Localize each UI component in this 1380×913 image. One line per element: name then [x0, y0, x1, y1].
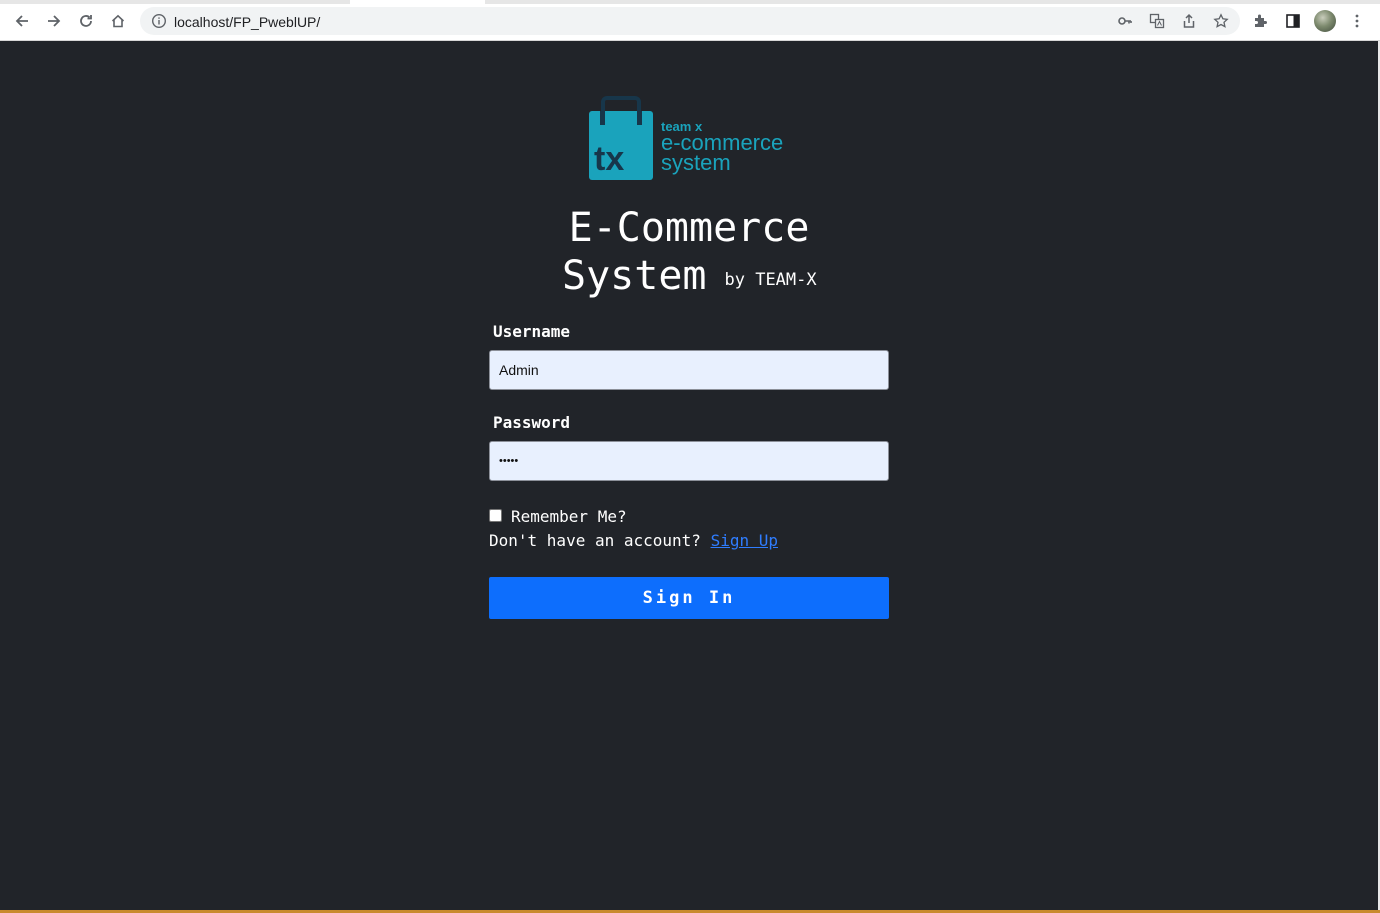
- arrow-right-icon: [48, 15, 61, 27]
- signup-row: Don't have an account? Sign Up: [489, 531, 778, 550]
- password-label: Password: [493, 413, 571, 432]
- puzzle-icon: [1255, 14, 1267, 27]
- star-icon[interactable]: [1213, 13, 1229, 29]
- remember-me-label[interactable]: Remember Me?: [511, 507, 627, 526]
- active-tab[interactable]: [350, 0, 485, 4]
- profile-avatar[interactable]: [1314, 10, 1336, 32]
- sign-up-link[interactable]: Sign Up: [711, 531, 778, 550]
- logo-monogram: tx: [594, 140, 624, 178]
- login-page: tx team x e-commerce system E-Commerce S…: [0, 41, 1378, 910]
- home-button[interactable]: [107, 10, 129, 32]
- page-title-system: System: [562, 253, 707, 299]
- home-icon: [111, 14, 125, 28]
- side-panel-icon: [1286, 14, 1300, 28]
- menu-button[interactable]: [1348, 12, 1366, 30]
- signup-prompt: Don't have an account?: [489, 531, 701, 550]
- logo-wordmark: team x e-commerce system: [661, 120, 783, 175]
- extensions-button[interactable]: [1252, 12, 1270, 30]
- info-icon[interactable]: [151, 13, 167, 29]
- tab-strip: [0, 0, 1380, 4]
- address-bar[interactable]: localhost/FP_PweblUP/: [140, 7, 1240, 35]
- back-button[interactable]: [11, 10, 33, 32]
- key-icon[interactable]: [1117, 13, 1133, 29]
- reload-button[interactable]: [75, 10, 97, 32]
- username-label: Username: [493, 322, 571, 341]
- team-x-logo: tx team x e-commerce system: [589, 96, 799, 182]
- browser-toolbar: localhost/FP_PweblUP/: [0, 0, 1380, 41]
- password-input[interactable]: [489, 441, 889, 481]
- side-panel-button[interactable]: [1284, 12, 1302, 30]
- more-vert-icon: [1355, 14, 1359, 28]
- page-title: E-Commerce: [568, 205, 810, 251]
- remember-me-checkbox[interactable]: [489, 509, 502, 522]
- username-input[interactable]: [489, 350, 889, 390]
- url-text[interactable]: localhost/FP_PweblUP/: [174, 14, 320, 30]
- reload-icon: [80, 15, 92, 27]
- forward-button[interactable]: [43, 10, 65, 32]
- arrow-left-icon: [15, 15, 28, 27]
- shopping-bag-icon: tx: [589, 96, 653, 180]
- logo-line-3: system: [661, 150, 731, 175]
- byline: by TEAM-X: [724, 270, 817, 290]
- sign-in-button[interactable]: Sign In: [489, 577, 889, 619]
- translate-icon[interactable]: [1149, 13, 1165, 29]
- page-title-line-2: System by TEAM-X: [562, 252, 817, 300]
- share-icon[interactable]: [1181, 13, 1197, 29]
